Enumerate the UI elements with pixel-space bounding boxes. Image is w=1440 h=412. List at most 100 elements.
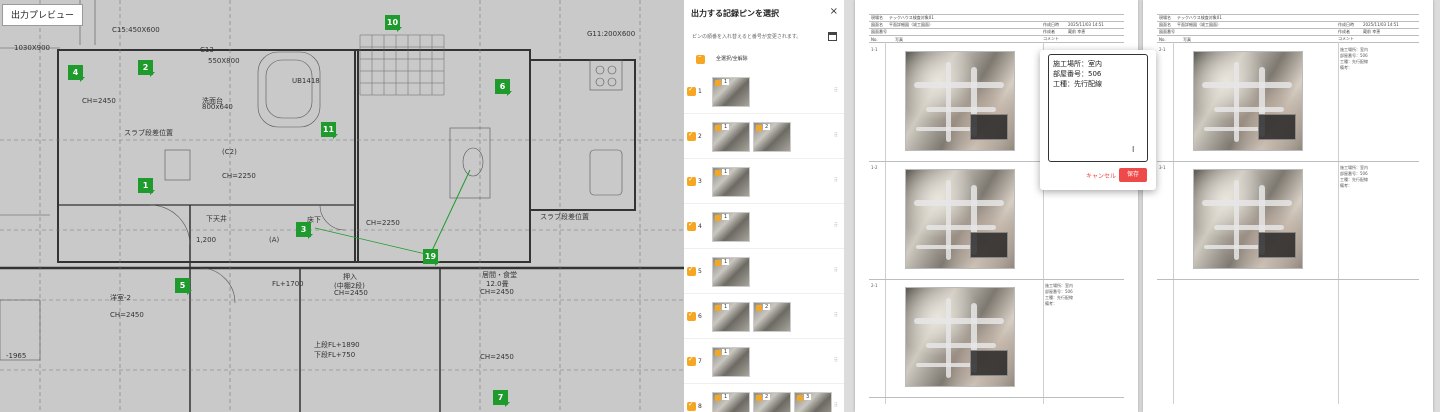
record-pin[interactable]: 19 [423, 249, 438, 264]
photo-checkbox[interactable] [715, 80, 721, 86]
record-photo[interactable] [1193, 51, 1303, 151]
photo-checkbox[interactable] [715, 305, 721, 311]
photo-info-overlay [1258, 232, 1296, 258]
record-pin[interactable]: 2 [138, 60, 153, 75]
photo-checkbox[interactable] [715, 170, 721, 176]
photo-thumbnail[interactable]: 2 [753, 122, 791, 152]
header-no-label: No. [1159, 37, 1166, 42]
drag-handle-icon[interactable]: ⠿ [834, 402, 838, 409]
save-button[interactable]: 保存 [1119, 168, 1147, 182]
pin-checkbox[interactable] [687, 400, 696, 411]
record-photo[interactable] [905, 169, 1015, 269]
photo-thumbnail[interactable]: 1 [712, 257, 750, 287]
drag-handle-icon[interactable]: ⠿ [834, 312, 838, 319]
photo-checkbox[interactable] [715, 395, 721, 401]
record-pin[interactable]: 5 [175, 278, 190, 293]
photo-thumbnail[interactable]: 1 [712, 392, 750, 412]
pin-row[interactable]: 7 1 ⠿ [684, 340, 844, 384]
photo-checkbox[interactable] [715, 215, 721, 221]
photo-thumbnail[interactable]: 1 [712, 302, 750, 332]
photo-thumbnail[interactable]: 1 [712, 167, 750, 197]
header-rule [1157, 35, 1419, 36]
floor-plan-view[interactable]: 出力プレビュー 1030X900 C15:450X600 G11:200X600 C1… [0, 0, 684, 412]
photo-checkbox[interactable] [756, 395, 762, 401]
record-pin[interactable]: 10 [385, 15, 400, 30]
photo-thumbnail[interactable]: 1 [712, 77, 750, 107]
photo-thumbnail[interactable]: 1 [712, 212, 750, 242]
drag-handle-icon[interactable]: ⠿ [834, 222, 838, 229]
pin-row[interactable]: 1 1 ⠿ [684, 70, 844, 114]
row-rule [1157, 161, 1419, 162]
pin-number: 4 [698, 223, 702, 230]
plan-label: 1,200 [196, 236, 217, 244]
pin-row[interactable]: 3 1 ⠿ [684, 160, 844, 204]
photo-detail [1202, 82, 1292, 88]
pin-checkbox[interactable] [687, 310, 696, 321]
pin-checkbox[interactable] [687, 355, 696, 366]
row-comment: 施工場所：室内 部屋番号：506 工種：先行配線 備考： [1340, 47, 1368, 70]
cancel-button[interactable]: キャンセル [1086, 171, 1116, 180]
record-pin[interactable]: 6 [495, 79, 510, 94]
photo-info-overlay [970, 350, 1008, 376]
photo-detail [1214, 225, 1284, 230]
pin-checkbox[interactable] [687, 85, 696, 96]
photo-detail [916, 127, 976, 131]
record-pin[interactable]: 4 [68, 65, 83, 80]
pin-checkbox[interactable] [687, 175, 696, 186]
photo-thumbnail[interactable]: 3 [794, 392, 832, 412]
pin-checkbox[interactable] [687, 130, 696, 141]
plan-label: 下天井 [206, 215, 227, 223]
record-pin[interactable]: 7 [493, 390, 508, 405]
record-pin[interactable]: 3 [296, 222, 311, 237]
photo-checkbox[interactable] [715, 260, 721, 266]
pin-row[interactable]: 5 1 ⠿ [684, 250, 844, 294]
record-pin[interactable]: 11 [321, 122, 336, 137]
drag-handle-icon[interactable]: ⠿ [834, 132, 838, 139]
photo-checkbox[interactable] [797, 395, 803, 401]
record-pin[interactable]: 1 [138, 178, 153, 193]
list-icon[interactable] [828, 32, 837, 41]
output-preview-button[interactable]: 出力プレビュー [2, 4, 84, 26]
header-drawing-no-label: 図面番号 [1159, 29, 1175, 34]
drag-handle-icon[interactable]: ⠿ [834, 267, 838, 274]
record-photo[interactable] [905, 51, 1015, 151]
drag-handle-icon[interactable]: ⠿ [834, 87, 838, 94]
photo-thumbnail[interactable]: 1 [712, 122, 750, 152]
photo-thumbnail[interactable]: 2 [753, 392, 791, 412]
photo-detail [914, 82, 1004, 88]
photo-checkbox[interactable] [756, 305, 762, 311]
pin-row[interactable]: 8 1 2 3 ⠿ [684, 385, 844, 412]
photo-detail [914, 200, 1004, 206]
plan-label: UB1418 [292, 77, 320, 85]
photo-thumbnail[interactable]: 2 [753, 302, 791, 332]
record-photo[interactable] [905, 287, 1015, 387]
header-author-label: 作成者 [1043, 29, 1055, 34]
record-photo[interactable] [1193, 169, 1303, 269]
photo-detail [1204, 127, 1264, 131]
photo-detail [1214, 107, 1284, 112]
drag-handle-icon[interactable]: ⠿ [834, 177, 838, 184]
header-drawing-no-label: 図面番号 [871, 29, 887, 34]
select-all-row[interactable]: 全選択/全解除 [688, 52, 838, 66]
plan-label: CH=2450 [480, 353, 514, 361]
photo-thumbnail[interactable]: 1 [712, 347, 750, 377]
photo-number: 1 [722, 349, 730, 355]
header-site-label: 図面名 [1159, 22, 1171, 27]
header-date-value: 2025/11/03 14:51 [1068, 22, 1104, 27]
pin-checkbox[interactable] [687, 265, 696, 276]
pin-row[interactable]: 2 1 2 ⠿ [684, 115, 844, 159]
photo-detail [926, 225, 996, 230]
photo-number: 2 [763, 124, 771, 130]
close-icon[interactable]: × [830, 6, 838, 17]
photo-checkbox[interactable] [756, 125, 762, 131]
select-all-checkbox[interactable] [696, 52, 705, 64]
plan-label: CH=2450 [334, 289, 368, 297]
photo-number: 2 [763, 394, 771, 400]
pin-checkbox[interactable] [687, 220, 696, 231]
photo-detail [916, 363, 976, 367]
drag-handle-icon[interactable]: ⠿ [834, 357, 838, 364]
photo-checkbox[interactable] [715, 125, 721, 131]
pin-row[interactable]: 4 1 ⠿ [684, 205, 844, 249]
pin-row[interactable]: 6 1 2 ⠿ [684, 295, 844, 339]
photo-checkbox[interactable] [715, 350, 721, 356]
